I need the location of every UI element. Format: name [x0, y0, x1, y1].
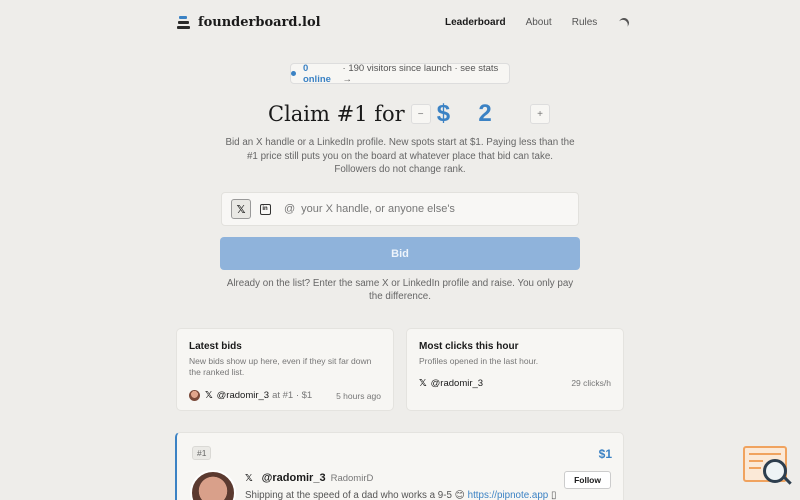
clicks-count: 29 clicks/h — [571, 378, 611, 388]
claim-heading: Claim #1 for − $ 2 + — [268, 100, 551, 128]
bio-link[interactable]: https://pipnote.app — [468, 490, 549, 500]
logo[interactable]: founderboard.lol — [177, 15, 321, 30]
feedback-widget[interactable] — [741, 444, 792, 488]
bid-button[interactable]: Bid — [220, 237, 580, 270]
x-icon: 𝕏 — [205, 390, 213, 401]
bio-tail: ▯ — [548, 490, 557, 500]
latest-bids-card: Latest bids New bids show up here, even … — [176, 328, 394, 411]
avatar[interactable] — [190, 470, 236, 500]
list-item[interactable]: 𝕏 @radomir_3 at #1 · $1 5 hours ago — [189, 390, 381, 401]
nav-leaderboard[interactable]: Leaderboard — [445, 17, 506, 28]
x-icon: 𝕏 — [245, 472, 253, 484]
clicks-handle[interactable]: @radomir_3 — [431, 378, 483, 389]
dark-mode-toggle-icon[interactable] — [617, 16, 631, 30]
decrease-amount-button[interactable]: − — [410, 104, 431, 124]
x-platform-toggle-icon[interactable]: 𝕏 — [231, 199, 251, 219]
latest-bids-desc: New bids show up here, even if they sit … — [189, 356, 372, 377]
logo-text: founderboard.lol — [198, 15, 321, 30]
latest-bids-title: Latest bids — [189, 341, 242, 352]
bid-detail: at #1 · $1 — [272, 390, 313, 401]
nav-about[interactable]: About — [526, 17, 552, 28]
online-status-pill[interactable]: 0 online · 190 visitors since launch · s… — [290, 62, 510, 85]
linkedin-icon: in — [259, 203, 271, 215]
main-nav: Leaderboard About Rules — [445, 17, 629, 28]
most-clicks-desc: Profiles opened in the last hour. — [419, 356, 539, 366]
avatar — [189, 390, 200, 401]
most-clicks-card: Most clicks this hour Profiles opened in… — [406, 328, 624, 411]
online-dot-icon — [291, 71, 296, 76]
bid-amount-input[interactable]: 2 — [450, 100, 520, 128]
entry-bio: Shipping at the speed of a dad who works… — [245, 490, 556, 500]
visitors-stats-link[interactable]: · 190 visitors since launch · see stats … — [343, 63, 509, 85]
top-header: founderboard.lol Leaderboard About Rules — [0, 0, 800, 46]
rank-badge: #1 — [192, 446, 212, 460]
x-icon: 𝕏 — [419, 377, 427, 389]
handle-input-group: 𝕏 in @ — [221, 192, 579, 226]
online-count: 0 online — [302, 62, 331, 85]
bio-text: Shipping at the speed of a dad who works… — [245, 490, 468, 500]
handle-input[interactable] — [301, 203, 562, 215]
entry-display-name: RadomirD — [330, 472, 374, 484]
bid-handle[interactable]: @radomir_3 — [217, 390, 269, 401]
entry-handle[interactable]: @radomir_3 — [262, 472, 326, 484]
raise-note: Already on the list? Enter the same X or… — [226, 278, 574, 302]
at-prefix: @ — [284, 203, 296, 215]
currency-symbol: $ — [436, 100, 451, 127]
follow-button[interactable]: Follow — [564, 471, 611, 489]
entry-price: $1 — [598, 447, 612, 461]
nav-rules[interactable]: Rules — [572, 17, 598, 28]
linkedin-platform-toggle[interactable]: in — [255, 199, 275, 219]
claim-title: Claim #1 for — [268, 102, 405, 126]
logo-icon — [177, 16, 190, 29]
bid-description: Bid an X handle or a LinkedIn profile. N… — [225, 137, 575, 162]
list-item[interactable]: 𝕏 @radomir_3 29 clicks/h — [419, 378, 611, 389]
entry-name: 𝕏 @radomir_3 RadomirD — [245, 472, 373, 484]
followers-note: Followers do not change rank. — [334, 164, 466, 175]
bid-time: 5 hours ago — [336, 390, 381, 401]
leaderboard-entry[interactable]: #1 $1 𝕏 @radomir_3 RadomirD Follow Shipp… — [175, 432, 624, 500]
most-clicks-title: Most clicks this hour — [419, 341, 519, 352]
increase-amount-button[interactable]: + — [530, 104, 551, 124]
